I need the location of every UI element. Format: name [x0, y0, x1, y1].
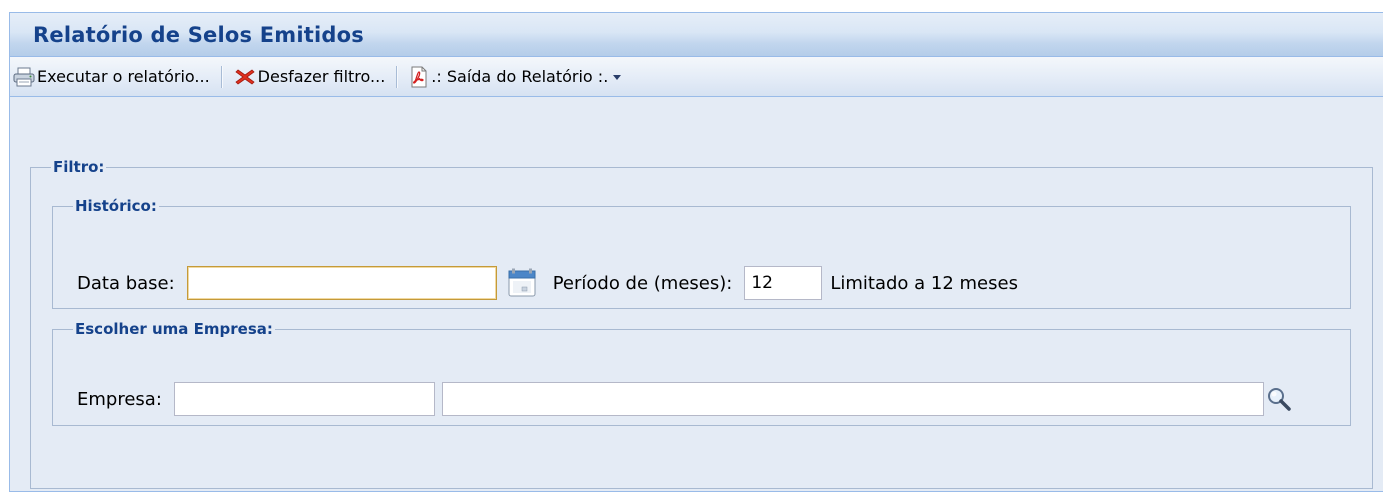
company-label: Empresa: [77, 388, 162, 410]
run-report-label: Executar o relatório... [37, 67, 210, 86]
company-code-input[interactable] [173, 382, 435, 416]
history-legend: Histórico: [75, 197, 157, 215]
report-output-label: .: Saída do Relatório :. [431, 67, 609, 86]
company-name-input[interactable] [441, 382, 1264, 416]
company-legend: Escolher uma Empresa: [75, 320, 273, 338]
period-months-input[interactable] [744, 266, 823, 300]
filter-fieldset: Filtro: Histórico: Data base: Período de… [30, 159, 1373, 489]
run-report-button[interactable]: Executar o relatório... [11, 61, 212, 93]
printer-icon [13, 67, 35, 87]
clear-filter-button[interactable]: Desfazer filtro... [232, 61, 388, 93]
company-fieldset: Escolher uma Empresa: Empresa: [52, 321, 1351, 426]
calendar-icon[interactable] [507, 268, 537, 298]
history-fieldset: Histórico: Data base: Período de (meses)… [52, 198, 1351, 309]
filter-legend: Filtro: [53, 158, 105, 176]
red-x-icon [234, 67, 256, 87]
company-row: Empresa: [77, 382, 1292, 416]
pdf-icon [409, 66, 429, 88]
magnifier-icon[interactable] [1266, 386, 1292, 412]
form-panel: Filtro: Histórico: Data base: Período de… [10, 97, 1383, 491]
toolbar-separator [220, 65, 223, 88]
window-title: Relatório de Selos Emitidos [33, 22, 364, 47]
period-label: Período de (meses): [552, 272, 733, 294]
toolbar-separator [396, 65, 399, 88]
report-window: Relatório de Selos Emitidos Executar o r… [9, 12, 1383, 492]
clear-filter-label: Desfazer filtro... [257, 67, 386, 86]
base-date-label: Data base: [77, 272, 175, 294]
report-output-menu[interactable]: .: Saída do Relatório :. [407, 61, 623, 93]
window-titlebar: Relatório de Selos Emitidos [10, 13, 1383, 57]
history-row: Data base: Período de (meses): 12 Limita… [77, 266, 1018, 300]
chevron-down-icon [613, 75, 622, 80]
base-date-input[interactable] [186, 266, 497, 300]
toolbar: Executar o relatório... Desfazer filtro.… [10, 57, 1383, 97]
period-limit-note: Limitado a 12 meses [830, 272, 1018, 294]
